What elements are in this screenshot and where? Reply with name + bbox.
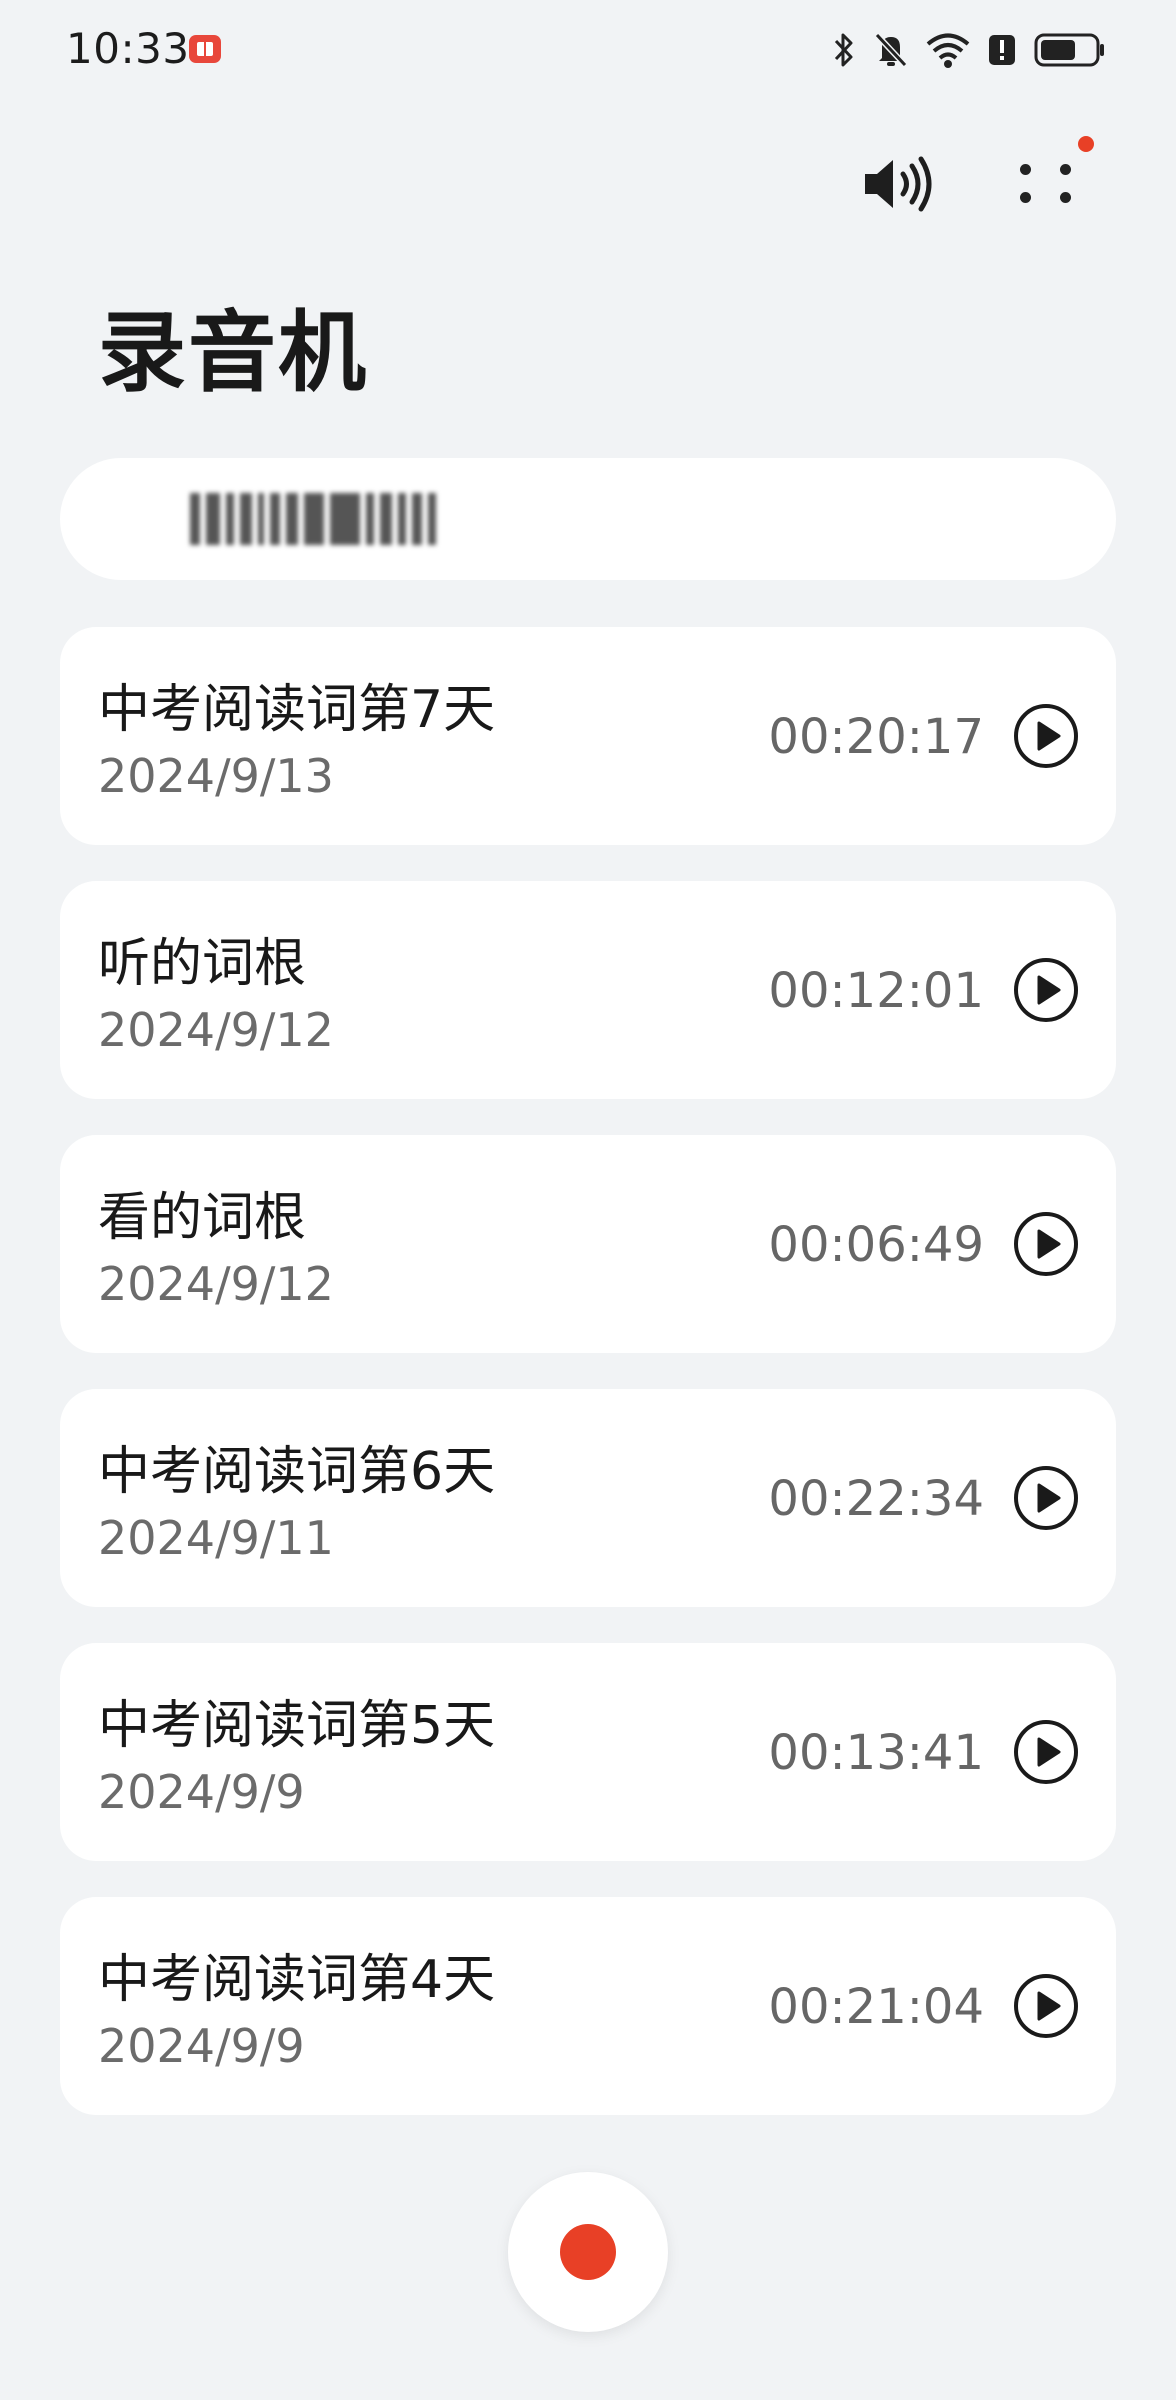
- list-item[interactable]: 中考阅读词第7天 2024/9/13 00:20:17: [60, 627, 1116, 845]
- play-icon[interactable]: [1012, 1972, 1080, 2040]
- recording-duration: 00:13:41: [768, 1725, 984, 1781]
- recording-title: 中考阅读词第6天: [98, 1442, 496, 1502]
- play-icon[interactable]: [1012, 1464, 1080, 1532]
- play-icon[interactable]: [1012, 702, 1080, 770]
- recording-duration: 00:21:04: [768, 1979, 984, 2035]
- app-notification-icon: [189, 35, 221, 63]
- list-item[interactable]: 中考阅读词第5天 2024/9/9 00:13:41: [60, 1643, 1116, 1861]
- search-input[interactable]: [190, 490, 550, 548]
- status-time: 10:33: [66, 24, 190, 73]
- mute-bell-icon: [874, 32, 908, 68]
- speaker-icon: [865, 156, 932, 212]
- battery-icon: [1034, 33, 1104, 67]
- recording-date: 2024/9/13: [98, 749, 334, 803]
- recording-title: 看的词根: [98, 1188, 307, 1248]
- recorder-screen: 10:33 录音机 中考阅读词第7天 2024/9/13 00:20:17 听的…: [0, 0, 1176, 2400]
- play-icon[interactable]: [1012, 1210, 1080, 1278]
- recording-duration: 00:12:01: [768, 963, 984, 1019]
- recording-date: 2024/9/12: [98, 1003, 334, 1057]
- list-item[interactable]: 听的词根 2024/9/12 00:12:01: [60, 881, 1116, 1099]
- recording-title: 中考阅读词第5天: [98, 1696, 496, 1756]
- recording-list: 中考阅读词第7天 2024/9/13 00:20:17 听的词根 2024/9/…: [60, 627, 1116, 2151]
- recording-date: 2024/9/12: [98, 1257, 334, 1311]
- bluetooth-icon: [834, 33, 853, 67]
- wifi-icon: [926, 33, 970, 68]
- recording-date: 2024/9/9: [98, 2019, 305, 2073]
- record-icon: [560, 2224, 616, 2280]
- speaker-button[interactable]: [858, 148, 942, 220]
- list-item[interactable]: 中考阅读词第4天 2024/9/9 00:21:04: [60, 1897, 1116, 2115]
- page-title: 录音机: [98, 301, 369, 404]
- play-icon[interactable]: [1012, 956, 1080, 1024]
- recording-date: 2024/9/9: [98, 1765, 305, 1819]
- notification-badge: [1078, 136, 1094, 152]
- recording-duration: 00:06:49: [768, 1217, 984, 1273]
- search-bar[interactable]: [60, 458, 1116, 580]
- more-options-button[interactable]: [1006, 136, 1094, 220]
- alert-icon: [989, 35, 1015, 65]
- recording-date: 2024/9/11: [98, 1511, 334, 1565]
- recording-title: 中考阅读词第7天: [98, 680, 496, 740]
- recording-title: 中考阅读词第4天: [98, 1950, 496, 2010]
- list-item[interactable]: 中考阅读词第6天 2024/9/11 00:22:34: [60, 1389, 1116, 1607]
- recording-title: 听的词根: [98, 934, 307, 994]
- play-icon[interactable]: [1012, 1718, 1080, 1786]
- status-bar: 10:33: [0, 0, 1176, 100]
- list-item[interactable]: 看的词根 2024/9/12 00:06:49: [60, 1135, 1116, 1353]
- recording-duration: 00:22:34: [768, 1471, 984, 1527]
- record-button[interactable]: [508, 2172, 668, 2332]
- status-icons: [832, 28, 1106, 72]
- recording-duration: 00:20:17: [768, 709, 984, 765]
